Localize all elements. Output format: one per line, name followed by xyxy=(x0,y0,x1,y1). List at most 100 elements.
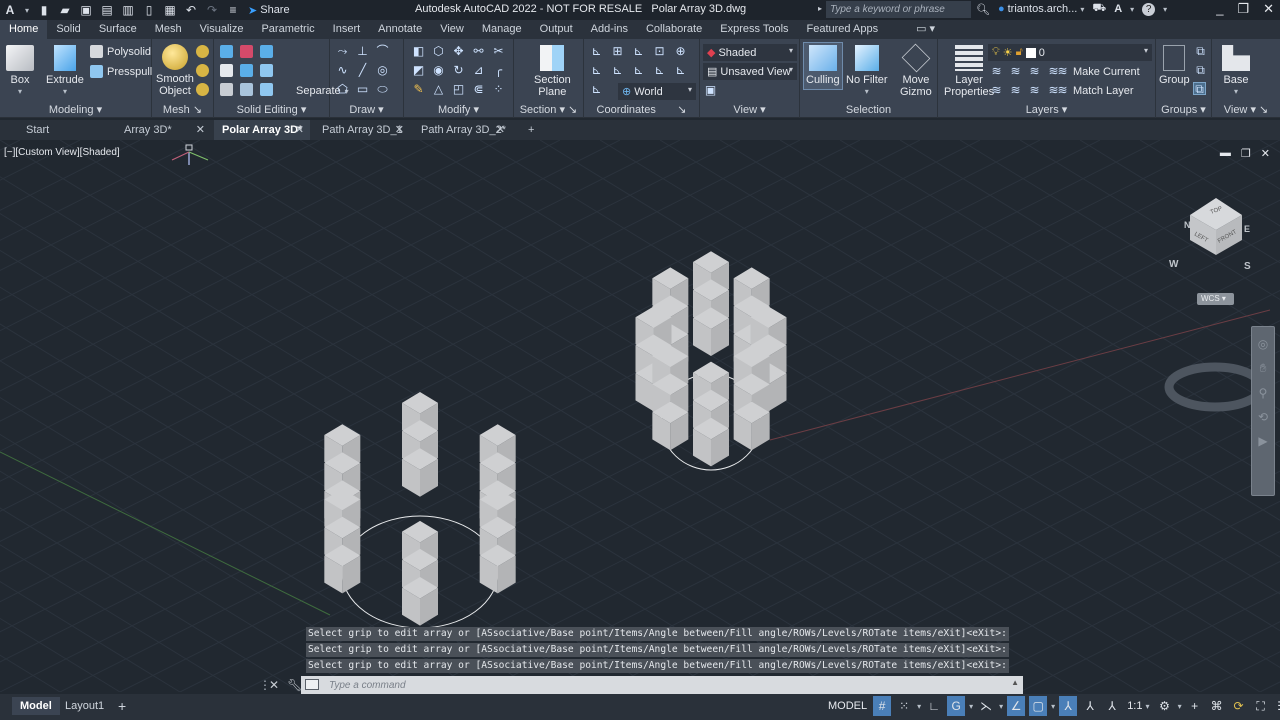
align-icon[interactable]: ◧ xyxy=(412,45,425,58)
auto-scale-icon[interactable]: ⅄ xyxy=(1081,696,1099,716)
restore-icon[interactable]: ❐ xyxy=(1237,1,1249,17)
ribbon-tab-collaborate[interactable]: Collaborate xyxy=(637,20,711,39)
annotation-scale-icon[interactable]: ⅄ xyxy=(1103,696,1121,716)
quick-properties-icon[interactable]: ⟳ xyxy=(1230,696,1248,716)
ucs-view-icon[interactable]: ⊡ xyxy=(653,45,666,58)
user-account[interactable]: ● triantos.arch... ▾ xyxy=(998,3,1084,15)
layer-thaw-all-icon[interactable]: ≋ xyxy=(1028,84,1041,97)
3d-rotate-icon[interactable]: ⬡ xyxy=(432,45,445,58)
ribbon-tab-annotate[interactable]: Annotate xyxy=(369,20,431,39)
doc-tab[interactable]: Polar Array 3D* ✕ xyxy=(214,120,310,140)
compass-south[interactable]: S xyxy=(1244,261,1251,272)
line-dashed-icon[interactable]: ⤳ xyxy=(336,45,349,58)
fillet-icon[interactable]: ╭ xyxy=(492,64,505,77)
orbit-icon[interactable]: ⟲ xyxy=(1252,410,1274,424)
expand-icon[interactable]: ▸ xyxy=(818,4,822,13)
array-icon[interactable]: ⁘ xyxy=(492,83,505,96)
move-gizmo-button[interactable]: Move Gizmo xyxy=(900,43,932,98)
steering-wheel-icon[interactable]: ◎ xyxy=(1252,337,1274,351)
extrude-button[interactable]: Extrude ▾ xyxy=(46,45,84,98)
ribbon-tab-manage[interactable]: Manage xyxy=(473,20,531,39)
annotation-visibility-icon[interactable]: ⅄ xyxy=(1059,696,1078,716)
group-button[interactable]: Group xyxy=(1159,45,1190,86)
panel-label-mesh[interactable]: Mesh ↘ xyxy=(152,103,213,116)
ribbon-tab-featured-apps[interactable]: Featured Apps xyxy=(798,20,888,39)
open-icon[interactable]: ▰ xyxy=(59,4,71,16)
panel-label-coordinates[interactable]: Coordinates ↘ xyxy=(584,103,699,116)
ucs-3point-icon[interactable]: ⊾ xyxy=(674,64,687,77)
offset-icon[interactable]: ⋐ xyxy=(472,83,485,96)
ucs-badge[interactable]: WCS ▾ xyxy=(1197,293,1234,305)
erase-icon[interactable]: ✎ xyxy=(412,83,425,96)
ribbon-tab-home[interactable]: Home xyxy=(0,20,48,39)
smooth-more-icon[interactable] xyxy=(196,45,209,58)
culling-button[interactable]: Culling xyxy=(803,42,843,90)
group-edit-icon[interactable]: ⧉ xyxy=(1194,64,1207,77)
refine-mesh-icon[interactable] xyxy=(196,83,209,96)
ucs-y-icon[interactable]: ⊾ xyxy=(632,64,645,77)
3d-scale-icon[interactable]: ◉ xyxy=(432,64,445,77)
extract-edges-icon[interactable] xyxy=(260,45,273,58)
customize-menu-icon[interactable]: ☰ xyxy=(1274,696,1280,716)
extrude-faces-icon[interactable] xyxy=(260,64,273,77)
save-icon[interactable]: ▣ xyxy=(80,4,92,16)
box-button[interactable]: Box ▾ xyxy=(6,45,34,98)
circle-icon[interactable]: ◎ xyxy=(376,64,389,77)
close-tab-icon[interactable]: ✕ xyxy=(295,120,304,140)
new-icon[interactable]: ▮ xyxy=(38,4,50,16)
panel-label-modify[interactable]: Modify ▾ xyxy=(404,103,513,116)
ribbon-tab-add-ins[interactable]: Add-ins xyxy=(582,20,637,39)
save-as-icon[interactable]: ▤ xyxy=(101,4,113,16)
trim-icon[interactable]: ✂ xyxy=(492,45,505,58)
doc-tab[interactable]: Array 3D* ✕ xyxy=(116,120,211,140)
object-snap-icon[interactable]: ▢ xyxy=(1029,696,1048,716)
cart-icon[interactable]: ⛟ xyxy=(1092,2,1106,16)
match-layer-button[interactable]: ≋ Match Layer xyxy=(1056,84,1133,97)
panel-label-layers[interactable]: Layers ▾ xyxy=(938,103,1155,116)
app-menu-chevron-icon[interactable]: ▾ xyxy=(25,6,29,15)
ribbon-tab-parametric[interactable]: Parametric xyxy=(252,20,323,39)
base-view-button[interactable]: Base ▾ xyxy=(1222,45,1250,98)
separate-icon[interactable] xyxy=(260,83,273,96)
doc-tab[interactable]: Start xyxy=(18,120,113,140)
interfere-icon[interactable] xyxy=(240,64,253,77)
annotation-monitor-icon[interactable]: + xyxy=(1186,696,1204,716)
close-tab-icon[interactable]: ✕ xyxy=(395,120,404,140)
intersect-icon[interactable] xyxy=(220,64,233,77)
panel-label-section[interactable]: Section ▾ ↘ xyxy=(514,103,583,116)
layout-tab-model[interactable]: Model xyxy=(12,697,60,715)
spline-icon[interactable]: ∿ xyxy=(336,64,349,77)
command-input[interactable]: Type a command ▲ xyxy=(301,676,1023,694)
3d-mirror-icon[interactable]: ◩ xyxy=(412,64,425,77)
minimize-icon[interactable]: _ xyxy=(1216,1,1223,17)
layer-unisolate-icon[interactable]: ≋ xyxy=(1009,84,1022,97)
ellipse-icon[interactable]: ⬭ xyxy=(376,83,389,96)
add-layout-icon[interactable]: + xyxy=(110,697,134,715)
arc-icon[interactable]: ⌒ xyxy=(376,45,389,58)
export-icon[interactable]: ▯ xyxy=(143,4,155,16)
viewport-controls-label[interactable]: [−][Custom View][Shaded] xyxy=(4,147,120,158)
navigation-bar[interactable]: ◎ ✋︎ ⚲ ⟲ ▶ xyxy=(1251,326,1275,496)
polar-array-upper[interactable] xyxy=(635,251,787,471)
search-input[interactable]: ▸ Type a keyword or phrase xyxy=(818,1,971,18)
undo-icon[interactable]: ↶ xyxy=(185,4,197,16)
new-tab-icon[interactable]: + xyxy=(520,120,534,140)
units-icon[interactable]: ⌘ xyxy=(1208,696,1226,716)
compass-west[interactable]: W xyxy=(1169,259,1179,270)
close-tab-icon[interactable]: ✕ xyxy=(496,120,505,140)
ribbon-tab-view[interactable]: View xyxy=(431,20,473,39)
isodraft-icon[interactable]: ⋋ xyxy=(977,696,995,716)
ucs-previous-icon[interactable]: ⊾ xyxy=(611,64,624,77)
redo-icon[interactable]: ↷ xyxy=(206,4,218,16)
pan-icon[interactable]: ✋︎ xyxy=(1252,361,1274,376)
layer-dropdown[interactable]: 💡︎ ☀ 🔓︎ 0 ▾ xyxy=(988,44,1152,61)
ungroup-icon[interactable]: ⧉ xyxy=(1194,45,1207,58)
make-current-button[interactable]: ≋ Make Current xyxy=(1056,65,1139,78)
plot-preview-icon[interactable]: ▥ xyxy=(122,4,134,16)
ribbon-tab-output[interactable]: Output xyxy=(531,20,582,39)
recent-commands-icon[interactable] xyxy=(305,679,319,690)
ribbon-tab-surface[interactable]: Surface xyxy=(90,20,146,39)
viewport-restore-icon[interactable]: ❐ xyxy=(1241,147,1251,160)
command-history-toggle-icon[interactable]: ▲ xyxy=(1011,678,1019,687)
customize-wrench-icon[interactable]: 🔧︎ xyxy=(287,678,302,692)
